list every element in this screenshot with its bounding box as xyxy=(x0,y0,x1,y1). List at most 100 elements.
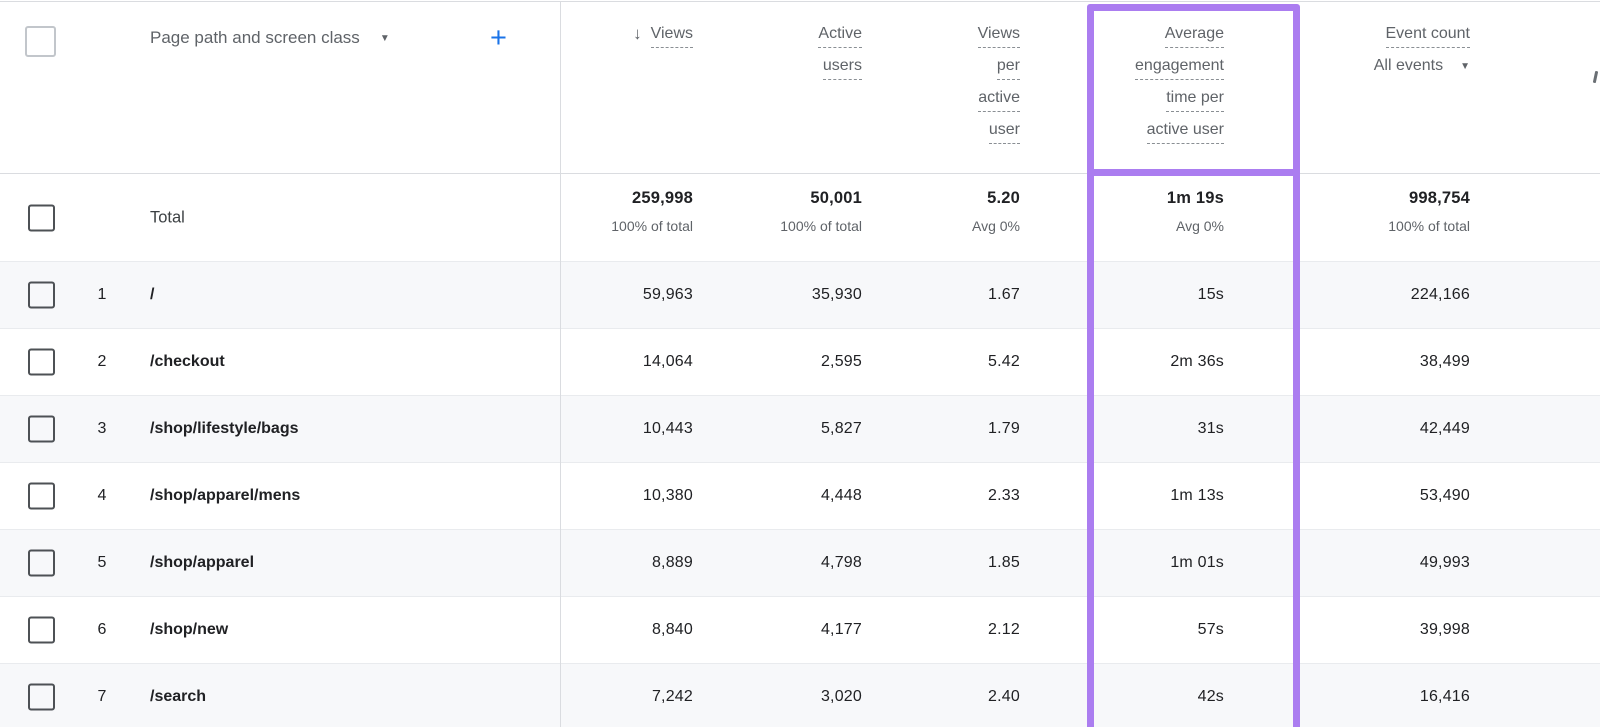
event-count-header-label: Event count xyxy=(1386,24,1471,48)
row-index: 2 xyxy=(92,353,112,371)
dimension-header-button[interactable]: Page path and screen class ▼ xyxy=(150,28,390,48)
table-row: 1 / 59,963 35,930 1.67 15s 224,166 xyxy=(0,261,1600,328)
add-dimension-button[interactable]: + xyxy=(490,22,507,54)
event-count-cell: 16,416 xyxy=(1420,688,1470,706)
row-checkbox[interactable] xyxy=(28,483,55,510)
avg-engagement-cell: 2m 36s xyxy=(1170,353,1224,371)
page-path-cell: /shop/apparel xyxy=(150,554,254,572)
page-path-cell: /shop/lifestyle/bags xyxy=(150,420,298,438)
page-path-cell: /shop/apparel/mens xyxy=(150,487,300,505)
table-row: 3 /shop/lifestyle/bags 10,443 5,827 1.79… xyxy=(0,395,1600,462)
active-users-cell: 35,930 xyxy=(812,286,862,304)
analytics-pages-table: Page path and screen class ▼ + ↓ Views A… xyxy=(0,0,1600,727)
row-checkbox[interactable] xyxy=(28,684,55,711)
vpau-header-line: active xyxy=(978,88,1020,112)
event-count-cell: 224,166 xyxy=(1411,286,1470,304)
views-per-active-user-cell: 2.12 xyxy=(988,621,1020,639)
table-row: 4 /shop/apparel/mens 10,380 4,448 2.33 1… xyxy=(0,462,1600,529)
views-per-active-user-cell: 1.79 xyxy=(988,420,1020,438)
total-avg-engagement-cell: 1m 19s Avg 0% xyxy=(1167,189,1224,234)
table-row: 7 /search 7,242 3,020 2.40 42s 16,416 xyxy=(0,663,1600,727)
table-header-row: Page path and screen class ▼ + ↓ Views A… xyxy=(0,2,1600,174)
views-cell: 8,889 xyxy=(652,554,693,572)
column-header-views-per-active-user[interactable]: Views per active user xyxy=(978,24,1020,152)
views-per-active-user-cell: 2.33 xyxy=(988,487,1020,505)
total-active-users-value: 50,001 xyxy=(780,189,862,208)
total-event-count-subtext: 100% of total xyxy=(1388,218,1470,234)
total-vpau-subtext: Avg 0% xyxy=(972,218,1020,234)
total-views-value: 259,998 xyxy=(611,189,693,208)
row-index: 3 xyxy=(92,420,112,438)
total-views-cell: 259,998 100% of total xyxy=(611,189,693,234)
total-label: Total xyxy=(150,208,185,227)
row-checkbox[interactable] xyxy=(28,416,55,443)
sort-descending-icon: ↓ xyxy=(633,24,642,44)
total-views-subtext: 100% of total xyxy=(611,218,693,234)
active-users-cell: 4,798 xyxy=(821,554,862,572)
total-engagement-subtext: Avg 0% xyxy=(1167,218,1224,234)
active-users-cell: 4,448 xyxy=(821,487,862,505)
vpau-header-line: per xyxy=(997,56,1020,80)
views-cell: 59,963 xyxy=(643,286,693,304)
total-views-per-active-user-cell: 5.20 Avg 0% xyxy=(972,189,1020,234)
avg-engagement-cell: 42s xyxy=(1198,688,1224,706)
active-users-header-line: users xyxy=(823,56,862,80)
row-index: 5 xyxy=(92,554,112,572)
column-header-views[interactable]: ↓ Views xyxy=(633,24,693,56)
page-path-cell: /search xyxy=(150,688,206,706)
select-all-checkbox[interactable] xyxy=(25,26,56,57)
views-per-active-user-cell: 5.42 xyxy=(988,353,1020,371)
avg-engagement-cell: 1m 13s xyxy=(1170,487,1224,505)
row-checkbox[interactable] xyxy=(28,617,55,644)
table-row: 6 /shop/new 8,840 4,177 2.12 57s 39,998 xyxy=(0,596,1600,663)
active-users-cell: 5,827 xyxy=(821,420,862,438)
active-users-cell: 3,020 xyxy=(821,688,862,706)
event-filter-dropdown[interactable]: All events ▼ xyxy=(1374,57,1470,75)
active-users-cell: 2,595 xyxy=(821,353,862,371)
avg-engagement-cell: 1m 01s xyxy=(1170,554,1224,572)
views-cell: 10,380 xyxy=(643,487,693,505)
views-cell: 8,840 xyxy=(652,621,693,639)
row-checkbox[interactable] xyxy=(28,550,55,577)
active-users-cell: 4,177 xyxy=(821,621,862,639)
totals-row: Total 259,998 100% of total 50,001 100% … xyxy=(0,174,1600,261)
engagement-header-line: Average xyxy=(1165,24,1224,48)
row-index: 1 xyxy=(92,286,112,304)
event-count-cell: 39,998 xyxy=(1420,621,1470,639)
event-count-cell: 49,993 xyxy=(1420,554,1470,572)
views-cell: 14,064 xyxy=(643,353,693,371)
vpau-header-line: Views xyxy=(978,24,1020,48)
engagement-header-line: engagement xyxy=(1135,56,1224,80)
total-event-count-value: 998,754 xyxy=(1388,189,1470,208)
column-header-active-users[interactable]: Active users xyxy=(818,24,862,88)
views-per-active-user-cell: 2.40 xyxy=(988,688,1020,706)
avg-engagement-cell: 31s xyxy=(1198,420,1224,438)
avg-engagement-cell: 15s xyxy=(1198,286,1224,304)
row-checkbox[interactable] xyxy=(28,282,55,309)
chevron-down-icon: ▼ xyxy=(1460,61,1470,72)
event-count-cell: 42,449 xyxy=(1420,420,1470,438)
row-checkbox[interactable] xyxy=(28,349,55,376)
total-active-users-subtext: 100% of total xyxy=(780,218,862,234)
column-header-avg-engagement-time[interactable]: Average engagement time per active user xyxy=(1135,24,1224,152)
chevron-down-icon: ▼ xyxy=(380,33,390,44)
total-engagement-value: 1m 19s xyxy=(1167,189,1224,208)
vpau-header-line: user xyxy=(989,120,1020,144)
event-filter-value: All events xyxy=(1374,57,1443,75)
views-cell: 10,443 xyxy=(643,420,693,438)
dimension-metrics-divider xyxy=(560,2,561,727)
page-path-cell: /checkout xyxy=(150,353,225,371)
row-index: 6 xyxy=(92,621,112,639)
table-row: 2 /checkout 14,064 2,595 5.42 2m 36s 38,… xyxy=(0,328,1600,395)
engagement-header-line: time per xyxy=(1166,88,1224,112)
total-row-checkbox[interactable] xyxy=(28,204,55,231)
page-path-cell: /shop/new xyxy=(150,621,228,639)
views-per-active-user-cell: 1.85 xyxy=(988,554,1020,572)
dimension-header-label: Page path and screen class xyxy=(150,28,360,48)
active-users-header-line: Active xyxy=(818,24,862,48)
avg-engagement-cell: 57s xyxy=(1198,621,1224,639)
views-header-label: Views xyxy=(651,24,693,48)
column-header-event-count[interactable]: Event count All events ▼ xyxy=(1374,24,1470,75)
page-path-cell: / xyxy=(150,286,154,304)
event-count-cell: 53,490 xyxy=(1420,487,1470,505)
